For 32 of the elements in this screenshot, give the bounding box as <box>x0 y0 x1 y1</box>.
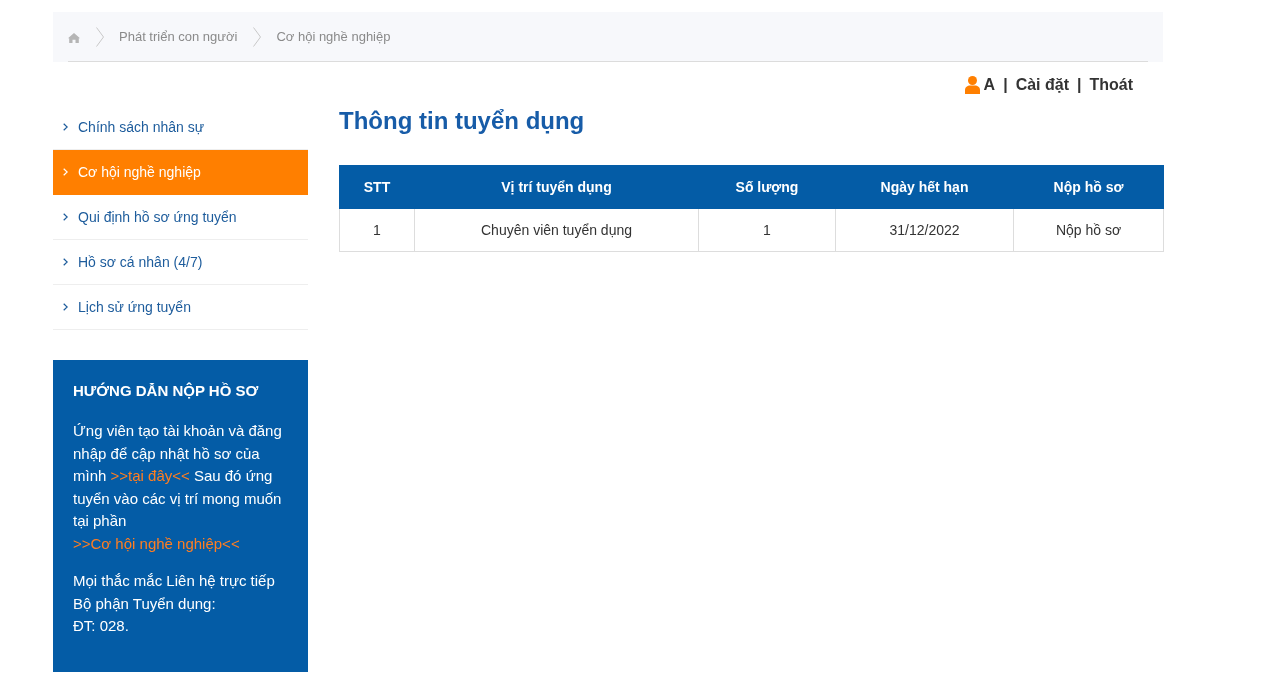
guide-text: Ứng viên tạo tài khoản và đăng nhập để cập nhật hồ sơ của mình >>tại đây<< Sau đó ứng tuyển vào các vị trí mong muốn tại phần >>Cơ hội nghề nghiệp<< <box>73 421 283 554</box>
separator-text: | <box>1076 76 1082 94</box>
phone-text: ĐT: 028. <box>73 616 130 636</box>
sidebar-item[interactable]: Hồ sơ cá nhân (4/7) <box>53 240 308 285</box>
table-cell: Chuyên viên tuyển dụng <box>414 208 699 252</box>
table-cell: Nộp hồ sơ <box>1013 208 1164 252</box>
user-menu-link[interactable]: Thoát <box>1089 76 1133 94</box>
user-icon <box>964 76 980 94</box>
chevron-icon <box>63 258 68 266</box>
column-header: Ngày hết hạn <box>835 165 1014 209</box>
guide-title: HƯỚNG DẪN NỘP HỒ SƠ <box>73 381 260 401</box>
table-cell: 1 <box>698 208 836 252</box>
sidebar-item[interactable]: Lịch sử ứng tuyển <box>53 285 308 330</box>
contact-text: Mọi thắc mắc Liên hệ trực tiếp Bộ phận Tuyển dụng: <box>73 571 276 614</box>
chevron-icon <box>253 26 262 47</box>
chevron-icon <box>63 303 68 311</box>
chevron-icon <box>63 123 68 131</box>
user-menu-link[interactable]: Cài đặt <box>1015 76 1069 94</box>
sidebar-item[interactable]: Qui định hồ sơ ứng tuyển <box>53 195 308 240</box>
column-header: Nộp hồ sơ <box>1013 165 1164 209</box>
home-icon[interactable] <box>68 32 80 43</box>
table-cell: 31/12/2022 <box>835 208 1014 252</box>
table-cell: 1 <box>339 208 415 252</box>
column-header: Số lượng <box>698 165 836 209</box>
column-header: STT <box>339 165 415 209</box>
chevron-icon <box>63 168 68 176</box>
user-name: A <box>983 76 996 94</box>
column-header: Vị trí tuyển dụng <box>414 165 699 209</box>
chevron-icon <box>63 213 68 221</box>
separator-text: | <box>1003 76 1008 94</box>
chevron-icon <box>96 26 104 47</box>
page-title: Thông tin tuyển dụng <box>339 107 586 135</box>
